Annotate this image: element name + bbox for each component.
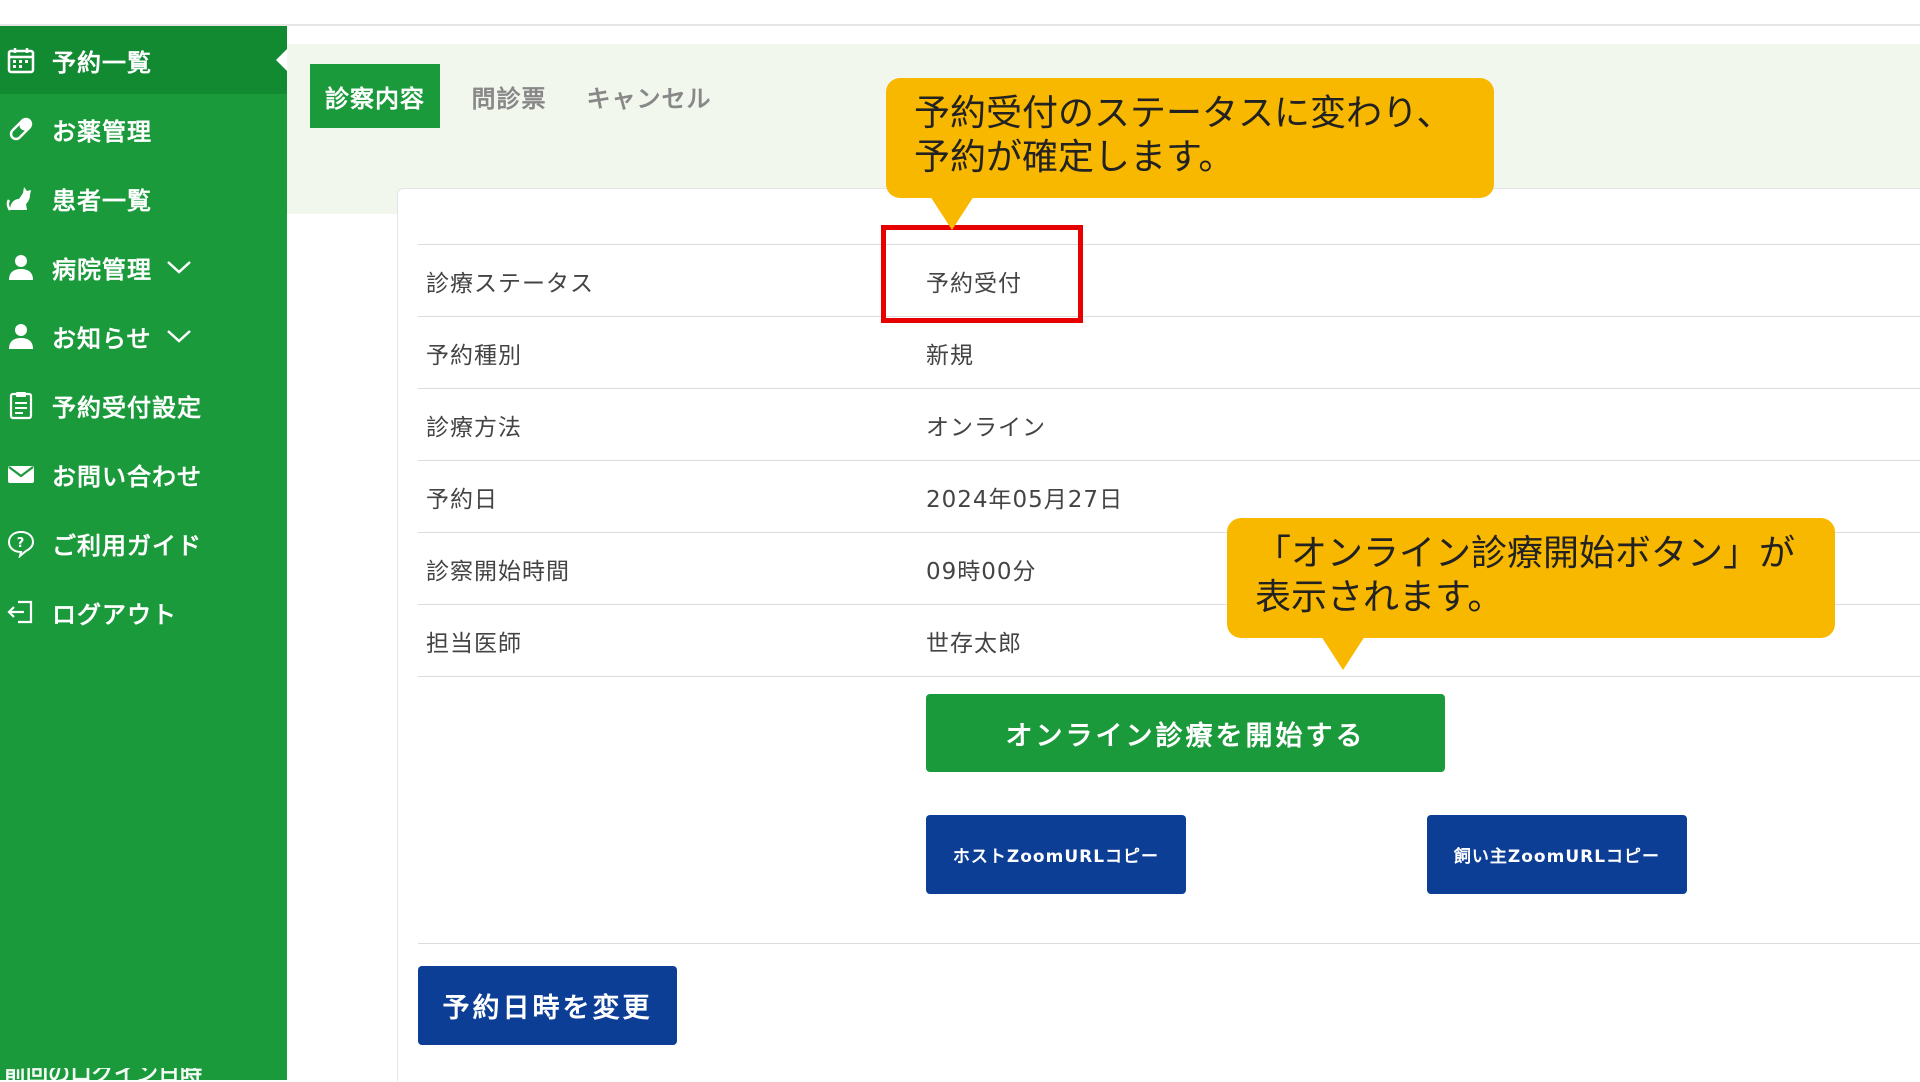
sidebar-item-booking-settings[interactable]: 予約受付設定	[0, 371, 287, 439]
detail-label: 診察開始時間	[426, 559, 570, 585]
detail-value: 09時00分	[926, 559, 1037, 585]
status-highlight-box	[881, 225, 1083, 323]
mail-icon	[4, 457, 38, 491]
help-bubble-icon: ?	[4, 526, 38, 560]
callout-line: 予約受付のステータスに変わり、	[914, 93, 1453, 134]
sidebar-item-contact[interactable]: お問い合わせ	[0, 440, 287, 508]
detail-row-status: 診療ステータス 予約受付	[418, 244, 1920, 317]
sidebar-item-label: お薬管理	[52, 117, 152, 146]
sidebar-item-label: お知らせ	[52, 324, 152, 353]
detail-label: 担当医師	[426, 631, 522, 657]
sidebar-item-guide[interactable]: ? ご利用ガイド	[0, 509, 287, 577]
callout-pointer	[1321, 636, 1365, 670]
chevron-down-icon	[167, 261, 191, 274]
calendar-icon	[4, 43, 38, 77]
sidebar: 予約一覧 お薬管理 患者一覧 病院管理 お知らせ 予約受付設定 お問い合わせ ?…	[0, 26, 288, 1082]
sidebar-item-notices[interactable]: お知らせ	[0, 302, 287, 370]
sidebar-item-label: ログアウト	[52, 600, 177, 629]
start-online-consultation-button[interactable]: オンライン診療を開始する	[926, 694, 1445, 772]
tab-questionnaire[interactable]: 問診票	[454, 64, 564, 128]
detail-value: オンライン	[926, 415, 1046, 441]
sidebar-item-hospital[interactable]: 病院管理	[0, 233, 287, 301]
tab-consultation[interactable]: 診察内容	[310, 64, 440, 128]
callout-pointer	[930, 196, 974, 230]
divider	[418, 943, 1920, 944]
divider	[418, 676, 1920, 677]
callout-line: 「オンライン診療開始ボタン」が	[1255, 533, 1796, 574]
detail-row-type: 予約種別 新規	[418, 316, 1920, 389]
callout-line: 予約が確定します。	[914, 137, 1235, 178]
button-callout: 「オンライン診療開始ボタン」が 表示されます。	[1227, 518, 1835, 670]
callout-line: 表示されます。	[1255, 577, 1504, 618]
svg-text:?: ?	[17, 536, 26, 551]
detail-value: 2024年05月27日	[926, 487, 1124, 513]
chevron-down-icon	[166, 330, 191, 343]
change-datetime-button[interactable]: 予約日時を変更	[418, 966, 677, 1045]
sidebar-item-logout[interactable]: ログアウト	[0, 578, 287, 646]
detail-row-method: 診療方法 オンライン	[418, 388, 1920, 461]
person-icon	[4, 319, 38, 353]
sidebar-item-patients[interactable]: 患者一覧	[0, 164, 287, 232]
sidebar-item-reservations[interactable]: 予約一覧	[0, 26, 288, 94]
logout-icon	[4, 595, 38, 629]
sidebar-item-medicine[interactable]: お薬管理	[0, 95, 287, 163]
owner-zoom-url-copy-button[interactable]: 飼い主ZoomURLコピー	[1427, 815, 1687, 894]
detail-label: 予約種別	[426, 343, 522, 369]
status-callout: 予約受付のステータスに変わり、 予約が確定します。	[886, 78, 1494, 230]
clipboard-icon	[4, 388, 38, 422]
sidebar-item-label: 予約一覧	[52, 48, 152, 77]
host-zoom-url-copy-button[interactable]: ホストZoomURLコピー	[926, 815, 1186, 894]
sidebar-item-label: ご利用ガイド	[52, 531, 202, 560]
pill-icon	[4, 112, 38, 146]
sidebar-item-label: 予約受付設定	[52, 393, 202, 422]
detail-value: 世存太郎	[926, 631, 1022, 657]
sidebar-item-label: 病院管理	[52, 255, 152, 284]
detail-label: 診療方法	[426, 415, 522, 441]
tab-cancel[interactable]: キャンセル	[579, 64, 719, 128]
cat-icon	[4, 181, 38, 215]
detail-label: 予約日	[426, 487, 498, 513]
person-icon	[4, 250, 38, 284]
sidebar-item-label: お問い合わせ	[52, 462, 202, 491]
detail-value: 新規	[926, 343, 974, 369]
sidebar-item-label: 患者一覧	[52, 186, 152, 215]
detail-label: 診療ステータス	[426, 271, 594, 297]
